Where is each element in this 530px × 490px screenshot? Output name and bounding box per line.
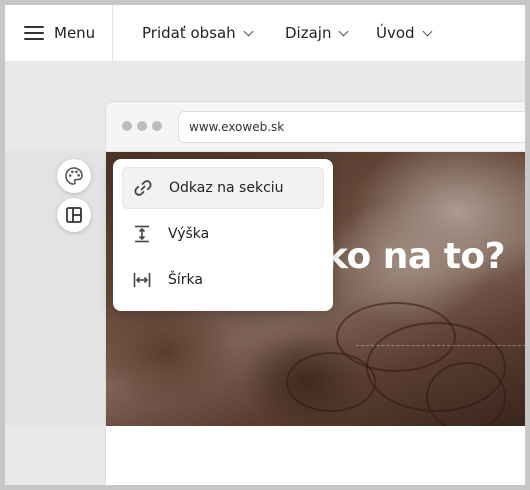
add-content-label: Pridať obsah [142, 24, 236, 42]
chevron-down-icon [422, 26, 433, 36]
palette-button[interactable] [57, 159, 91, 193]
layout-icon [66, 207, 82, 223]
section-link-label: Odkaz na sekciu [169, 180, 284, 196]
width-item[interactable]: Šírka [122, 259, 324, 301]
browser-bar: www.exoweb.sk [106, 102, 525, 152]
section-link-item[interactable]: Odkaz na sekciu [122, 167, 324, 209]
height-icon [132, 224, 152, 244]
layout-button[interactable] [57, 198, 91, 232]
design-dropdown[interactable]: Dizajn [285, 5, 349, 61]
chevron-down-icon [243, 26, 254, 36]
hamburger-icon [24, 26, 44, 40]
height-item[interactable]: Výška [122, 213, 324, 255]
hero-title: ko na to? [324, 236, 506, 277]
height-label: Výška [168, 226, 210, 242]
width-icon [132, 270, 152, 290]
window-dot-icon [137, 121, 147, 131]
chevron-down-icon [339, 26, 349, 36]
palette-icon [65, 167, 83, 185]
section-band [5, 151, 105, 425]
add-content-dropdown[interactable]: Pridať obsah [142, 5, 254, 61]
design-label: Dizajn [285, 24, 332, 42]
menu-button[interactable]: Menu [5, 5, 113, 61]
menu-label: Menu [54, 24, 96, 42]
top-toolbar: Menu Pridať obsah Dizajn Úvod [5, 5, 525, 62]
link-icon [133, 178, 153, 198]
divider-line [356, 345, 525, 346]
window-dot-icon [152, 121, 162, 131]
window-dot-icon [122, 121, 132, 131]
section-options-popup: Odkaz na sekciu Výška Šírka [113, 159, 333, 311]
url-bar: www.exoweb.sk [178, 111, 525, 143]
page-dropdown[interactable]: Úvod [376, 5, 433, 61]
editor-window: Menu Pridať obsah Dizajn Úvod www.exoweb… [0, 0, 530, 490]
width-label: Šírka [168, 272, 203, 288]
page-label: Úvod [376, 24, 415, 42]
